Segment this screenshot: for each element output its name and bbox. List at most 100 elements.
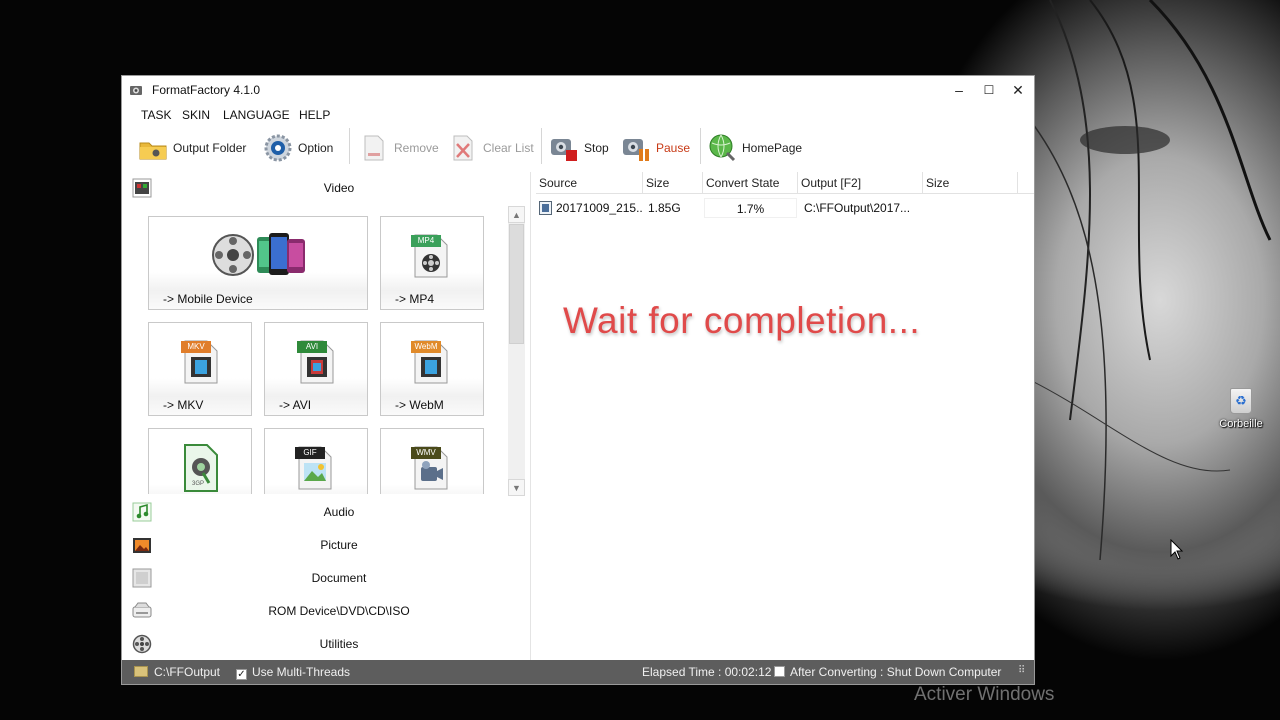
output-folder-path: C:\FFOutput: [154, 665, 221, 679]
globe-icon: [709, 134, 736, 162]
after-converting-checkbox[interactable]: [774, 666, 785, 677]
wmv-badge: WMV: [411, 447, 441, 459]
wait-overlay-text: Wait for completion...: [563, 300, 921, 341]
3gp-badge: 3GP: [192, 481, 205, 487]
webm-file-icon: WebM: [411, 339, 451, 385]
tile-avi[interactable]: AVI -> AVI: [264, 322, 368, 416]
mp4-file-icon: MP4: [411, 233, 451, 279]
category-utilities[interactable]: Utilities: [122, 630, 530, 658]
tile-avi-label: -> AVI: [279, 398, 312, 412]
tile-gif[interactable]: GIF: [264, 428, 368, 494]
tile-mobile-device[interactable]: -> Mobile Device: [148, 216, 368, 310]
tile-webm-label: -> WebM: [395, 398, 444, 412]
option-button[interactable]: Option: [263, 132, 333, 164]
menu-help[interactable]: HELP: [299, 108, 330, 122]
scroll-thumb[interactable]: [509, 224, 524, 344]
minimize-button[interactable]: –: [944, 76, 974, 104]
tile-mobile-device-label: -> Mobile Device: [163, 292, 253, 306]
clear-list-icon: [453, 135, 473, 161]
category-audio-label: Audio: [323, 505, 355, 519]
scroll-down-arrow-icon[interactable]: ▼: [508, 479, 525, 496]
tile-mkv[interactable]: MKV -> MKV: [148, 322, 252, 416]
recycle-bin-label: Corbeille: [1219, 418, 1263, 430]
category-utilities-label: Utilities: [319, 637, 359, 651]
maximize-button[interactable]: ☐: [974, 76, 1004, 104]
multithread-label: Use Multi-Threads: [252, 665, 351, 679]
tiles-scrollbar[interactable]: ▲ ▼: [508, 206, 525, 496]
toolbar: Output Folder Option Remove Clear List S…: [122, 128, 1034, 168]
task-list-panel: Source Size Convert State Output [F2] Si…: [536, 172, 1184, 660]
category-video-label: Video: [323, 181, 355, 195]
remove-button[interactable]: Remove: [359, 132, 439, 164]
tile-mp4-label: -> MP4: [395, 292, 435, 306]
tile-mkv-label: -> MKV: [163, 398, 204, 412]
task-size: 1.85G: [648, 201, 681, 215]
category-picture-label: Picture: [320, 538, 358, 552]
tile-wmv[interactable]: WMV: [380, 428, 484, 494]
folder-icon: [134, 666, 148, 677]
column-source[interactable]: Source: [536, 172, 643, 194]
category-rom-device-label: ROM Device\DVD\CD\ISO: [268, 604, 410, 618]
clear-list-button[interactable]: Clear List: [448, 132, 534, 164]
category-video[interactable]: Video: [122, 174, 530, 202]
gif-badge: GIF: [295, 447, 325, 459]
task-convert-state: 1.7%: [704, 198, 797, 218]
column-output[interactable]: Output [F2]: [798, 172, 923, 194]
window-title: FormatFactory 4.1.0: [152, 83, 261, 97]
desktop-wallpaper-art: [1030, 0, 1272, 561]
column-output-size[interactable]: Size: [923, 172, 1018, 194]
scroll-up-arrow-icon[interactable]: ▲: [508, 206, 525, 223]
pause-button[interactable]: Pause: [621, 132, 690, 164]
stop-button[interactable]: Stop: [549, 132, 609, 164]
menu-skin[interactable]: SKIN: [182, 108, 210, 122]
stop-label: Stop: [584, 141, 609, 155]
category-picture[interactable]: Picture: [122, 531, 530, 559]
video-file-icon: [539, 201, 552, 215]
after-converting-toggle[interactable]: After Converting : Shut Down Computer: [774, 665, 1001, 679]
output-folder-status[interactable]: C:\FFOutput: [134, 665, 220, 679]
homepage-label: HomePage: [742, 141, 803, 155]
close-button[interactable]: ✕: [1003, 76, 1033, 104]
wmv-file-icon: WMV: [411, 445, 451, 491]
clear-list-label: Clear List: [483, 141, 534, 155]
after-converting-label: After Converting : Shut Down Computer: [790, 665, 1002, 679]
app-icon: [130, 86, 142, 95]
menu-task[interactable]: TASK: [141, 108, 171, 122]
title-bar[interactable]: FormatFactory 4.1.0 – ☐ ✕: [122, 76, 1034, 104]
task-source: 20171009_215...: [556, 201, 642, 215]
panel-splitter[interactable]: [530, 172, 531, 660]
toolbar-separator: [700, 128, 701, 164]
output-folder-label: Output Folder: [173, 141, 247, 155]
mouse-cursor-icon: [1170, 539, 1184, 560]
menu-language[interactable]: LANGUAGE: [223, 108, 290, 122]
folder-icon: [139, 142, 167, 160]
tile-mp4[interactable]: MP4 -> MP4: [380, 216, 484, 310]
tile-3gp[interactable]: 3GP: [148, 428, 252, 494]
tile-webm[interactable]: WebM -> WebM: [380, 322, 484, 416]
column-size[interactable]: Size: [643, 172, 703, 194]
toolbar-separator: [541, 128, 542, 164]
avi-badge: AVI: [297, 341, 327, 353]
category-document[interactable]: Document: [122, 564, 530, 592]
format-categories-panel: Video -> Mobile Device MP4 -> MP4 MKV ->…: [122, 172, 530, 660]
resize-grip-icon[interactable]: ⠿: [1018, 665, 1025, 676]
pause-icon: [623, 139, 649, 161]
category-rom-device[interactable]: ROM Device\DVD\CD\ISO: [122, 597, 530, 625]
format-factory-window: FormatFactory 4.1.0 – ☐ ✕ TASK SKIN LANG…: [121, 75, 1184, 685]
homepage-button[interactable]: HomePage: [707, 132, 802, 164]
option-label: Option: [298, 141, 334, 155]
column-convert-state[interactable]: Convert State: [703, 172, 798, 194]
output-folder-button[interactable]: Output Folder: [138, 132, 246, 164]
remove-document-icon: [364, 135, 384, 161]
status-bar: C:\FFOutput ✓ Use Multi-Threads Elapsed T…: [122, 660, 1034, 684]
avi-file-icon: AVI: [297, 339, 337, 385]
pause-label: Pause: [656, 141, 691, 155]
recycle-bin-shortcut[interactable]: ♻ Corbeille: [1212, 388, 1270, 430]
activation-watermark: Activer Windows: [914, 684, 1055, 705]
webm-badge: WebM: [411, 341, 441, 353]
stop-icon: [551, 139, 577, 161]
category-audio[interactable]: Audio: [122, 498, 530, 526]
mobile-device-icon: [212, 233, 305, 276]
multithread-checkbox[interactable]: ✓: [236, 669, 247, 680]
multithread-toggle[interactable]: ✓ Use Multi-Threads: [236, 665, 350, 680]
